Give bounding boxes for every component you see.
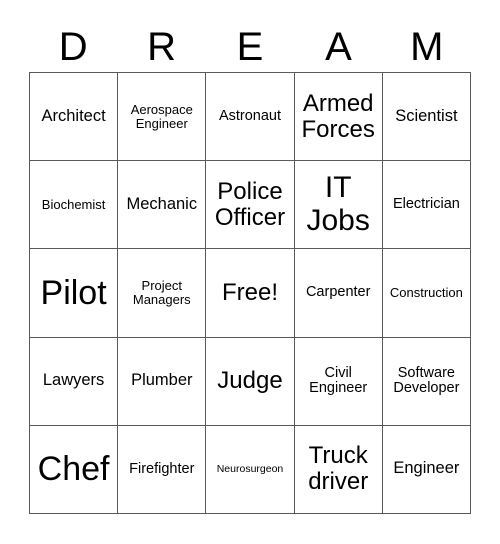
bingo-cell-label: Scientist	[395, 106, 458, 125]
bingo-cell-r2c4[interactable]: IT Jobs	[294, 161, 383, 250]
header-letter-3: E	[236, 25, 264, 69]
bingo-cell-r2c2[interactable]: Mechanic	[118, 161, 207, 250]
header-letter-4: A	[325, 25, 352, 69]
bingo-cell-r3c4[interactable]: Carpenter	[294, 249, 383, 338]
bingo-cell-label: Pilot	[40, 273, 107, 312]
bingo-header-row: D R E A M	[29, 22, 471, 72]
bingo-cell-label: Engineer	[393, 459, 460, 478]
bingo-cell-label: Civil Engineer	[309, 364, 368, 397]
bingo-cell-label: Truck driver	[308, 442, 369, 496]
bingo-cell-r1c4[interactable]: Armed Forces	[294, 73, 383, 162]
bingo-cell-r1c2[interactable]: Aerospace Engineer	[118, 73, 207, 162]
bingo-cell-r5c1[interactable]: Chef	[30, 425, 119, 514]
bingo-cell-r5c5[interactable]: Engineer	[382, 425, 471, 514]
bingo-cell-r1c1[interactable]: Architect	[30, 73, 119, 162]
bingo-cell-label: Firefighter	[129, 460, 195, 477]
bingo-cell-free-space[interactable]: Free!	[206, 249, 295, 338]
bingo-cell-label: Astronaut	[218, 107, 282, 124]
bingo-cell-r1c5[interactable]: Scientist	[382, 73, 471, 162]
header-letter-1: D	[58, 25, 88, 69]
bingo-cell-r2c5[interactable]: Electrician	[382, 161, 471, 250]
bingo-cell-label: Armed Forces	[301, 89, 375, 143]
bingo-grid: Architect Aerospace Engineer Astronaut A…	[29, 72, 471, 514]
bingo-cell-r5c2[interactable]: Firefighter	[118, 425, 207, 514]
bingo-cell-r3c2[interactable]: Project Managers	[118, 249, 207, 338]
free-space-label: Free!	[221, 279, 278, 307]
header-letter-5: M	[410, 25, 444, 69]
bingo-cell-r3c1[interactable]: Pilot	[30, 249, 119, 338]
bingo-cell-label: Lawyers	[42, 371, 105, 390]
bingo-cell-r5c4[interactable]: Truck driver	[294, 425, 383, 514]
bingo-cell-r1c3[interactable]: Astronaut	[206, 73, 295, 162]
bingo-cell-label: Chef	[37, 450, 110, 489]
bingo-cell-label: Software Developer	[393, 364, 460, 397]
bingo-cell-r3c5[interactable]: Construction	[382, 249, 471, 338]
bingo-cell-r4c2[interactable]: Plumber	[118, 337, 207, 426]
bingo-cell-label: IT Jobs	[306, 171, 370, 237]
bingo-cell-label: Plumber	[131, 371, 193, 390]
header-letter-2: R	[147, 25, 177, 69]
bingo-cell-r2c1[interactable]: Biochemist	[30, 161, 119, 250]
bingo-cell-label: Police Officer	[214, 177, 286, 231]
bingo-cell-label: Project Managers	[132, 277, 191, 307]
bingo-cell-r5c3[interactable]: Neurosurgeon	[206, 425, 295, 514]
bingo-cell-label: Biochemist	[41, 196, 106, 212]
bingo-cell-label: Architect	[41, 106, 106, 125]
bingo-cell-label: Carpenter	[305, 284, 371, 301]
bingo-cell-r4c3[interactable]: Judge	[206, 337, 295, 426]
bingo-cell-label: Electrician	[392, 195, 460, 212]
bingo-cell-r4c4[interactable]: Civil Engineer	[294, 337, 383, 426]
bingo-cell-label: Construction	[389, 284, 463, 300]
bingo-cell-label: Mechanic	[126, 194, 198, 213]
bingo-cell-r2c3[interactable]: Police Officer	[206, 161, 295, 250]
bingo-card: D R E A M Architect Aerospace Engineer A…	[0, 0, 500, 544]
bingo-cell-label: Neurosurgeon	[216, 462, 284, 475]
bingo-cell-r4c5[interactable]: Software Developer	[382, 337, 471, 426]
bingo-cell-label: Judge	[217, 367, 283, 395]
bingo-cell-label: Aerospace Engineer	[130, 101, 193, 131]
bingo-cell-r4c1[interactable]: Lawyers	[30, 337, 119, 426]
